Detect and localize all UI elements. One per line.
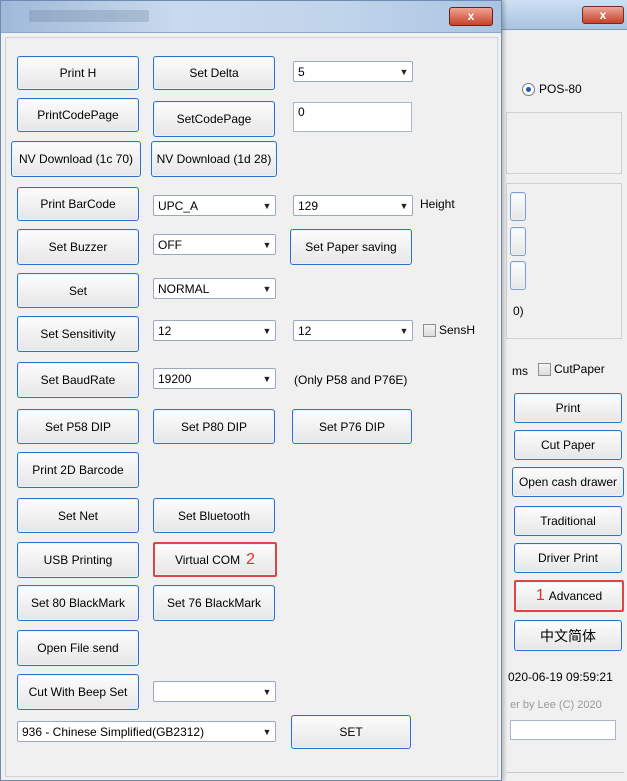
traditional-button[interactable]: Traditional bbox=[514, 506, 622, 536]
cutpaper-label: CutPaper bbox=[554, 362, 605, 376]
set-net-button[interactable]: Set Net bbox=[17, 498, 139, 533]
divider bbox=[506, 772, 624, 773]
delta-value: 5 bbox=[298, 64, 305, 79]
barcode-type-select[interactable]: UPC_A ▼ bbox=[153, 195, 276, 216]
dialog-close-button[interactable]: x bbox=[449, 7, 493, 26]
step-1-marker: 1 bbox=[535, 587, 545, 604]
cut-paper-button[interactable]: Cut Paper bbox=[514, 430, 622, 460]
virtual-com-button[interactable]: Virtual COM 2 bbox=[153, 542, 277, 577]
credit-text: er by Lee (C) 2020 bbox=[510, 699, 602, 711]
set-p76-dip-button[interactable]: Set P76 DIP bbox=[292, 409, 412, 444]
main-window: x POS-80 0) ms CutPaper Print Cut Paper … bbox=[497, 0, 627, 781]
dropdown-arrow-icon: ▼ bbox=[262, 686, 272, 697]
set-paper-saving-button[interactable]: Set Paper saving bbox=[290, 229, 412, 265]
sensitivity-select-1[interactable]: 12 ▼ bbox=[153, 320, 276, 341]
print-button[interactable]: Print bbox=[514, 393, 622, 423]
set-bluetooth-button[interactable]: Set Bluetooth bbox=[153, 498, 275, 533]
driver-print-button[interactable]: Driver Print bbox=[514, 543, 622, 573]
sensitivity-select-2[interactable]: 12 ▼ bbox=[293, 320, 413, 341]
open-cash-drawer-button[interactable]: Open cash drawer bbox=[512, 467, 624, 497]
main-window-close-button[interactable]: x bbox=[582, 6, 624, 24]
dropdown-arrow-icon: ▼ bbox=[262, 373, 272, 384]
group-box bbox=[506, 112, 622, 174]
partial-button-3[interactable] bbox=[510, 261, 526, 290]
checkbox-box bbox=[423, 323, 436, 337]
advanced-dialog-titlebar: x bbox=[1, 1, 501, 33]
baud-note-label: (Only P58 and P76E) bbox=[294, 373, 408, 387]
advanced-dialog: x Print H PrintCodePage NV Download (1c … bbox=[0, 0, 502, 781]
dropdown-arrow-icon: ▼ bbox=[399, 66, 409, 77]
delta-select[interactable]: 5 ▼ bbox=[293, 61, 413, 82]
dropdown-arrow-icon: ▼ bbox=[262, 726, 272, 737]
partial-button-1[interactable] bbox=[510, 192, 526, 221]
sensh-checkbox[interactable]: SensH bbox=[423, 323, 475, 337]
radio-indicator bbox=[522, 82, 535, 96]
sensitivity-1-value: 12 bbox=[158, 323, 172, 338]
dropdown-arrow-icon: ▼ bbox=[262, 283, 272, 294]
buzzer-select[interactable]: OFF ▼ bbox=[153, 234, 276, 255]
cut-beep-select[interactable]: ▼ bbox=[153, 681, 276, 702]
set-button[interactable]: Set bbox=[17, 273, 139, 308]
advanced-button[interactable]: 1 Advanced bbox=[514, 580, 624, 612]
buzzer-value: OFF bbox=[158, 237, 182, 252]
print-2d-barcode-button[interactable]: Print 2D Barcode bbox=[17, 452, 139, 488]
print-code-page-button[interactable]: PrintCodePage bbox=[17, 98, 139, 132]
set-delta-button[interactable]: Set Delta bbox=[153, 56, 275, 90]
cut-with-beep-set-button[interactable]: Cut With Beep Set bbox=[17, 674, 139, 710]
ms-label: ms bbox=[512, 364, 528, 378]
dropdown-arrow-icon: ▼ bbox=[262, 239, 272, 250]
barcode-height-value: 129 bbox=[298, 198, 319, 213]
dropdown-arrow-icon: ▼ bbox=[399, 325, 409, 336]
checkbox-box bbox=[538, 362, 551, 376]
barcode-height-select[interactable]: 129 ▼ bbox=[293, 195, 413, 216]
partial-text: 0) bbox=[513, 304, 524, 318]
step-2-marker: 2 bbox=[246, 550, 256, 568]
codepage-select-value: 936 - Chinese Simplified(GB2312) bbox=[22, 724, 205, 739]
datetime-text: 020-06-19 09:59:21 bbox=[508, 670, 613, 684]
baudrate-value: 19200 bbox=[158, 371, 192, 386]
advanced-button-label: Advanced bbox=[548, 589, 603, 603]
sensitivity-2-value: 12 bbox=[298, 323, 312, 338]
set-code-page-button[interactable]: SetCodePage bbox=[153, 101, 275, 137]
set-final-button[interactable]: SET bbox=[291, 715, 411, 749]
cutpaper-checkbox[interactable]: CutPaper bbox=[538, 362, 605, 376]
dropdown-arrow-icon: ▼ bbox=[262, 200, 272, 211]
nv-download-1d28-button[interactable]: NV Download (1d 28) bbox=[151, 141, 277, 177]
main-window-titlebar: x bbox=[498, 0, 627, 30]
pos-80-label: POS-80 bbox=[539, 82, 582, 96]
status-textbox[interactable] bbox=[510, 720, 616, 740]
dropdown-arrow-icon: ▼ bbox=[399, 200, 409, 211]
mode-select[interactable]: NORMAL ▼ bbox=[153, 278, 276, 299]
set-76-blackmark-button[interactable]: Set 76 BlackMark bbox=[153, 585, 275, 621]
print-barcode-button[interactable]: Print BarCode bbox=[17, 187, 139, 221]
chinese-simplified-button[interactable]: 中文简体 bbox=[514, 620, 622, 651]
usb-printing-button[interactable]: USB Printing bbox=[17, 542, 139, 578]
open-file-send-button[interactable]: Open File send bbox=[17, 630, 139, 666]
virtual-com-label: Virtual COM bbox=[174, 552, 241, 567]
set-p80-dip-button[interactable]: Set P80 DIP bbox=[153, 409, 275, 444]
set-baudrate-button[interactable]: Set BaudRate bbox=[17, 362, 139, 398]
set-buzzer-button[interactable]: Set Buzzer bbox=[17, 229, 139, 265]
sensh-label: SensH bbox=[439, 323, 476, 337]
print-h-button[interactable]: Print H bbox=[17, 56, 139, 90]
height-label: Height bbox=[420, 197, 455, 211]
dialog-title-blurred bbox=[29, 10, 149, 22]
partial-button-2[interactable] bbox=[510, 227, 526, 256]
set-80-blackmark-button[interactable]: Set 80 BlackMark bbox=[17, 585, 139, 621]
codepage-input[interactable]: 0 bbox=[293, 102, 412, 132]
nv-download-1c70-button[interactable]: NV Download (1c 70) bbox=[11, 141, 141, 177]
baudrate-select[interactable]: 19200 ▼ bbox=[153, 368, 276, 389]
dropdown-arrow-icon: ▼ bbox=[262, 325, 272, 336]
mode-value: NORMAL bbox=[158, 281, 210, 296]
set-sensitivity-button[interactable]: Set Sensitivity bbox=[17, 316, 139, 352]
barcode-type-value: UPC_A bbox=[158, 198, 199, 213]
pos-80-radio[interactable]: POS-80 bbox=[522, 82, 582, 96]
set-p58-dip-button[interactable]: Set P58 DIP bbox=[17, 409, 139, 444]
codepage-select[interactable]: 936 - Chinese Simplified(GB2312) ▼ bbox=[17, 721, 276, 742]
